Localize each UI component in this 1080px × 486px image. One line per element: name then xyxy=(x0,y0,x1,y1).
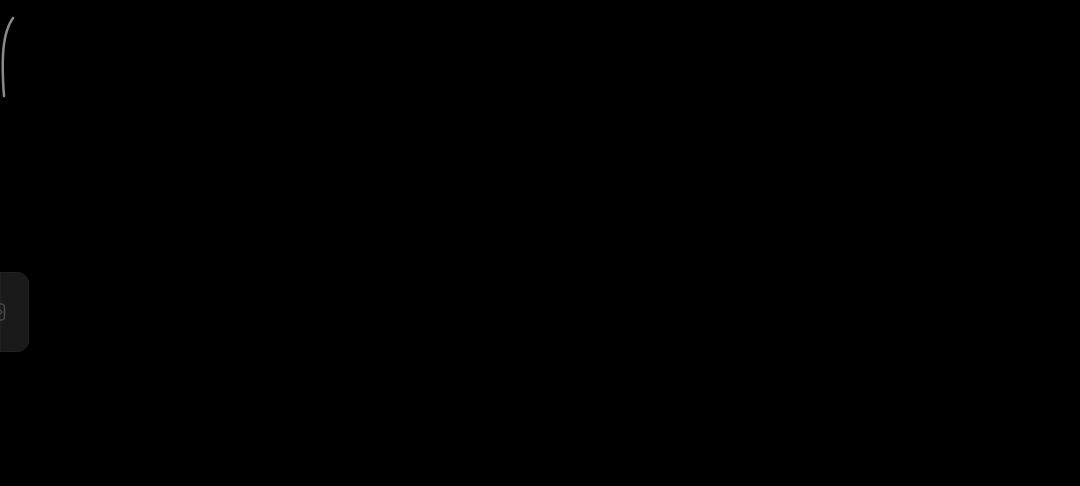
app-screen xyxy=(0,0,1080,486)
back-gesture-arc-icon[interactable] xyxy=(0,14,20,100)
side-panel-icon xyxy=(0,303,6,321)
side-panel-tab[interactable] xyxy=(0,272,29,352)
